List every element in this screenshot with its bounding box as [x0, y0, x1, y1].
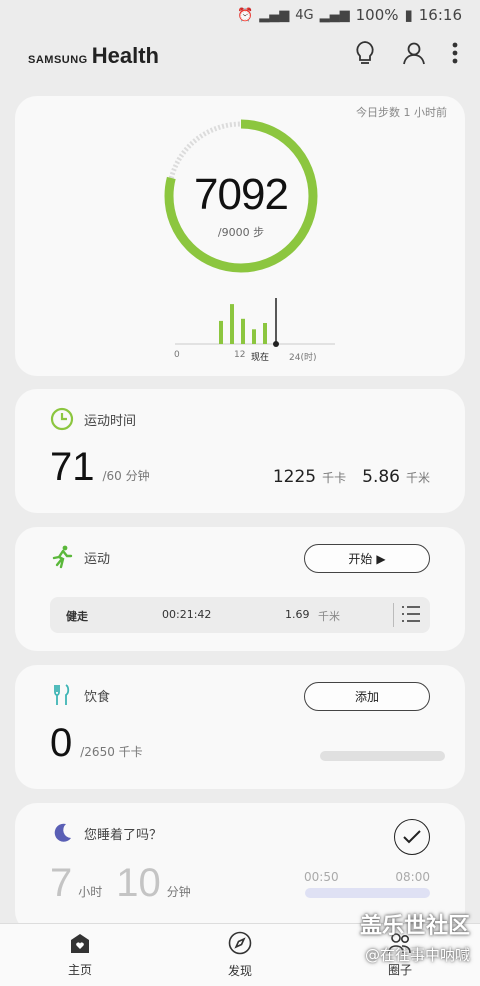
sleep-minutes: 10: [116, 861, 161, 905]
active-minutes: 71: [50, 445, 95, 489]
list-icon[interactable]: [402, 605, 420, 626]
active-calories: 1225: [272, 467, 317, 487]
play-icon: ▶: [376, 551, 386, 566]
row-divider: [393, 603, 394, 627]
record-type: 健走: [66, 610, 88, 623]
record-distance: 1.69: [285, 608, 310, 621]
active-goal: /60 分钟: [102, 469, 150, 483]
food-card[interactable]: 饮食 添加 0 /2650 千卡: [15, 665, 465, 789]
tick-mid: 12: [234, 350, 246, 360]
alarm-icon: ⏰: [237, 7, 254, 23]
nav-home-label: 主页: [67, 963, 92, 977]
tick-end: 24(时): [289, 353, 317, 363]
hourly-steps-bar: [252, 329, 256, 344]
network-type: 4G: [295, 7, 314, 23]
sleep-hours-unit: 小时: [78, 885, 103, 899]
brand-small: SAMSUNG: [28, 54, 88, 66]
signal-icon-2: ▂▄▆: [319, 7, 350, 23]
steps-goal: /9000 步: [217, 226, 265, 239]
hourly-steps-bar: [241, 318, 245, 344]
distance-unit: 千米: [405, 471, 430, 485]
compass-icon: [228, 931, 252, 960]
exercise-record-row[interactable]: 健走 00:21:42 1.69 千米: [50, 597, 430, 633]
start-button-label: 开始: [348, 552, 373, 566]
check-icon[interactable]: [394, 819, 430, 855]
watermark-line1: 盖乐世社区: [359, 914, 470, 939]
moon-icon: [54, 823, 71, 842]
active-time-label: 运动时间: [84, 413, 137, 429]
watermark-line2: @在往事中呐喊: [364, 946, 470, 964]
app-bar: SAMSUNG Health: [0, 30, 480, 82]
signal-icon: ▂▄▆: [259, 7, 290, 23]
record-distance-unit: 千米: [318, 610, 340, 623]
exercise-card[interactable]: 运动 开始 ▶ 健走 00:21:42 1.69 千米: [15, 527, 465, 651]
battery-icon: ▮: [404, 6, 413, 24]
hourly-steps-bar: [219, 320, 223, 344]
sleep-hours: 7: [50, 861, 73, 905]
person-icon[interactable]: [402, 41, 426, 71]
add-food-button[interactable]: 添加: [304, 682, 430, 711]
nav-discover-label: 发现: [227, 964, 252, 978]
clock: 16:16: [418, 6, 462, 24]
watermark: 盖乐世社区 @在往事中呐喊: [360, 908, 470, 965]
steps-card[interactable]: 今日步数 1 小时前 7092 /9000 步 0 12 现在 24(时): [15, 96, 465, 376]
sleep-start: 00:50: [304, 870, 339, 884]
food-label: 饮食: [84, 689, 111, 705]
home-heart-icon: [68, 932, 92, 959]
lightbulb-icon[interactable]: [354, 40, 376, 72]
start-exercise-button[interactable]: 开始 ▶: [304, 544, 430, 573]
sleep-minutes-unit: 分钟: [166, 885, 191, 899]
hourly-steps-bar: [263, 323, 267, 344]
app-logo: SAMSUNG Health: [28, 43, 159, 69]
tick-now: 现在: [251, 353, 270, 363]
timer-icon: [50, 407, 74, 431]
food-goal: /2650 千卡: [80, 745, 143, 759]
status-bar: ⏰ ▂▄▆ 4G ▂▄▆ 100% ▮ 16:16: [0, 0, 480, 30]
active-time-card[interactable]: 运动时间 71 /60 分钟 1225 千卡 5.86 千米: [15, 389, 465, 513]
sleep-end: 08:00: [395, 870, 430, 884]
hourly-steps-chart: [175, 298, 335, 347]
active-distance: 5.86: [362, 467, 400, 487]
nav-discover[interactable]: 发现: [160, 924, 320, 986]
record-duration: 00:21:42: [162, 608, 212, 621]
exercise-label: 运动: [84, 551, 111, 567]
steps-count: 7092: [194, 170, 289, 219]
hourly-steps-bar: [230, 304, 234, 344]
brand-large: Health: [91, 43, 159, 68]
tick-start: 0: [174, 350, 180, 360]
sleep-progress-bar: [305, 888, 430, 898]
food-calories: 0: [50, 721, 73, 765]
calories-unit: 千卡: [322, 471, 347, 485]
fork-knife-icon: [54, 684, 70, 705]
more-vert-icon[interactable]: [452, 42, 458, 70]
running-icon: [52, 545, 73, 569]
steps-updated: 今日步数 1 小时前: [356, 106, 447, 119]
food-progress-bar: [320, 751, 445, 761]
nav-home[interactable]: 主页: [0, 924, 160, 986]
battery-level: 100%: [355, 6, 399, 24]
sleep-label: 您睡着了吗？: [84, 827, 163, 843]
